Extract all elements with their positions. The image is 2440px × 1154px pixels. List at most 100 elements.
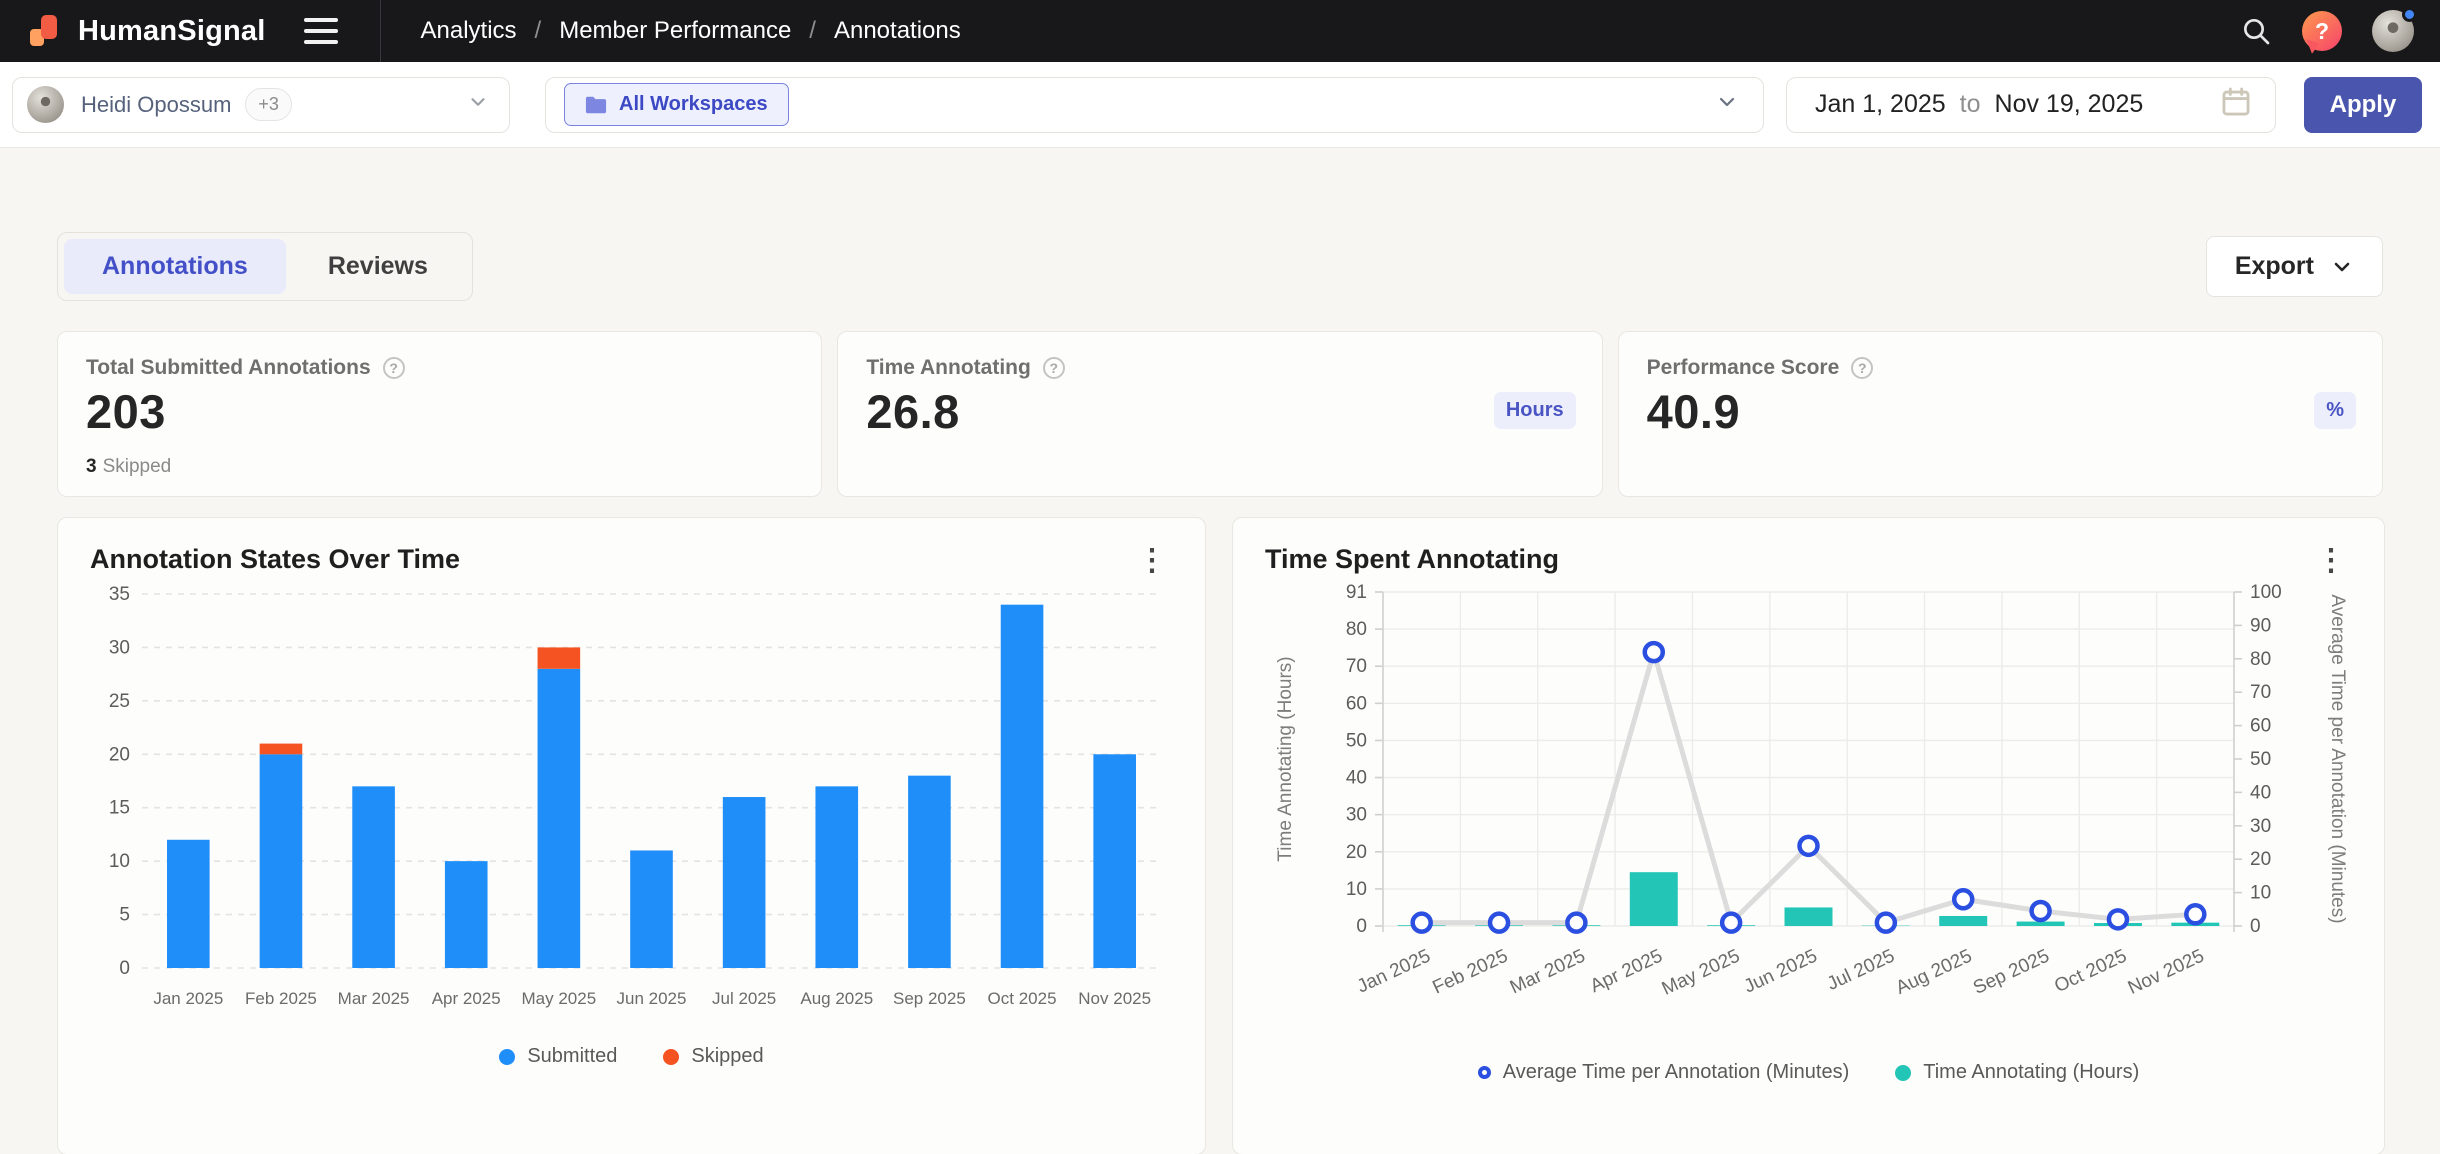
brand-logo[interactable]: HumanSignal (30, 13, 266, 49)
stat-card-performance-score: Performance Score ? 40.9 % (1618, 331, 2383, 497)
svg-text:May 2025: May 2025 (1659, 945, 1744, 999)
workspace-select[interactable]: All Workspaces (545, 77, 1764, 133)
chart-legend: Submitted Skipped (90, 1045, 1173, 1068)
help-circle-icon[interactable]: ? (1043, 357, 1065, 379)
user-avatar[interactable] (2372, 10, 2414, 52)
tab-reviews[interactable]: Reviews (290, 239, 466, 294)
export-button[interactable]: Export (2206, 236, 2383, 297)
chevron-down-icon (467, 91, 489, 118)
svg-text:30: 30 (1346, 805, 1367, 826)
svg-text:Feb 2025: Feb 2025 (1430, 945, 1512, 998)
svg-text:Jun 2025: Jun 2025 (617, 989, 687, 1008)
tab-annotations[interactable]: Annotations (64, 239, 286, 294)
stat-label: Performance Score (1647, 356, 1840, 380)
chart-title: Annotation States Over Time (90, 544, 460, 575)
svg-text:Sep 2025: Sep 2025 (893, 989, 966, 1008)
workspace-chip-label: All Workspaces (619, 93, 768, 116)
svg-text:20: 20 (1346, 842, 1367, 863)
help-circle-icon[interactable]: ? (1851, 357, 1873, 379)
svg-text:30: 30 (2250, 816, 2271, 837)
legend-label: Time Annotating (Hours) (1923, 1061, 2139, 1084)
calendar-icon (2219, 85, 2253, 124)
breadcrumb-analytics[interactable]: Analytics (421, 17, 517, 45)
svg-text:Mar 2025: Mar 2025 (338, 989, 410, 1008)
chevron-down-icon (2330, 255, 2354, 279)
stat-value: 26.8 (866, 384, 1573, 439)
chevron-down-icon (1715, 90, 1739, 119)
search-icon[interactable] (2240, 15, 2272, 47)
legend-swatch (663, 1049, 679, 1065)
date-to-word: to (1960, 90, 1981, 119)
svg-text:Apr 2025: Apr 2025 (432, 989, 501, 1008)
annotation-states-chart-canvas: 05101520253035Jan 2025Feb 2025Mar 2025Ap… (90, 578, 1173, 1035)
tabs-group: Annotations Reviews (57, 232, 473, 301)
legend-item-time-annotating[interactable]: Time Annotating (Hours) (1895, 1061, 2139, 1084)
unit-badge-hours: Hours (1494, 392, 1576, 429)
svg-text:10: 10 (1346, 879, 1367, 900)
svg-text:Mar 2025: Mar 2025 (1507, 945, 1589, 998)
svg-text:10: 10 (2250, 883, 2271, 904)
member-extra-count: +3 (245, 88, 292, 121)
apply-button[interactable]: Apply (2304, 77, 2422, 133)
menu-icon[interactable] (304, 18, 338, 44)
legend-swatch (499, 1049, 515, 1065)
svg-text:Oct 2025: Oct 2025 (988, 989, 1057, 1008)
brand-name: HumanSignal (78, 15, 266, 48)
legend-item-submitted[interactable]: Submitted (499, 1045, 617, 1068)
legend-swatch-ring (1478, 1066, 1491, 1079)
stat-value: 203 (86, 384, 793, 439)
breadcrumb-separator: / (809, 17, 816, 45)
filter-bar: Heidi Opossum +3 All Workspaces Jan 1, 2… (0, 62, 2440, 148)
svg-text:Nov 2025: Nov 2025 (2125, 945, 2208, 998)
svg-text:Time Annotating (Hours): Time Annotating (Hours) (1275, 656, 1296, 861)
kebab-menu-icon[interactable]: ⋮ (1131, 544, 1173, 578)
stat-label: Total Submitted Annotations (86, 356, 371, 380)
legend-swatch (1895, 1065, 1911, 1081)
annotation-states-chart-card: Annotation States Over Time ⋮ 0510152025… (57, 517, 1206, 1154)
svg-text:40: 40 (2250, 782, 2271, 803)
help-glyph: ? (2315, 18, 2329, 45)
date-from: Jan 1, 2025 (1815, 90, 1946, 119)
member-select[interactable]: Heidi Opossum +3 (12, 77, 510, 133)
date-range-input[interactable]: Jan 1, 2025 to Nov 19, 2025 (1786, 77, 2276, 133)
legend-label: Average Time per Annotation (Minutes) (1503, 1061, 1849, 1084)
help-circle-icon[interactable]: ? (383, 357, 405, 379)
svg-text:20: 20 (2250, 849, 2271, 870)
svg-text:80: 80 (2250, 649, 2271, 670)
svg-text:May 2025: May 2025 (522, 989, 597, 1008)
svg-text:Jan 2025: Jan 2025 (1354, 945, 1434, 997)
svg-text:50: 50 (1346, 730, 1367, 751)
svg-text:20: 20 (109, 744, 130, 765)
member-name: Heidi Opossum (81, 92, 231, 118)
time-spent-chart-canvas: 0102030405060708091010203040506070809010… (1265, 578, 2352, 1051)
breadcrumb-member-performance[interactable]: Member Performance (559, 17, 791, 45)
svg-text:Jun 2025: Jun 2025 (1741, 945, 1821, 997)
svg-text:Aug 2025: Aug 2025 (800, 989, 873, 1008)
svg-text:80: 80 (1346, 619, 1367, 640)
svg-text:70: 70 (1346, 656, 1367, 677)
date-to: Nov 19, 2025 (1995, 90, 2144, 119)
svg-text:Average Time per Annotation (M: Average Time per Annotation (Minutes) (2327, 594, 2348, 923)
workspace-chip[interactable]: All Workspaces (564, 83, 789, 126)
svg-text:35: 35 (109, 584, 130, 605)
svg-text:40: 40 (1346, 768, 1367, 789)
help-icon[interactable]: ? (2302, 11, 2342, 51)
svg-text:Aug 2025: Aug 2025 (1893, 945, 1976, 998)
svg-text:91: 91 (1346, 582, 1367, 603)
svg-text:100: 100 (2250, 582, 2282, 603)
svg-text:Nov 2025: Nov 2025 (1078, 989, 1151, 1008)
header-divider (380, 0, 381, 62)
stat-label: Time Annotating (866, 356, 1031, 380)
stat-value: 40.9 (1647, 384, 2354, 439)
top-header: HumanSignal Analytics / Member Performan… (0, 0, 2440, 62)
export-label: Export (2235, 252, 2314, 281)
chart-legend: Average Time per Annotation (Minutes) Ti… (1265, 1061, 2352, 1084)
kebab-menu-icon[interactable]: ⋮ (2310, 544, 2352, 578)
member-avatar (27, 86, 64, 123)
legend-item-skipped[interactable]: Skipped (663, 1045, 763, 1068)
legend-item-avg-time[interactable]: Average Time per Annotation (Minutes) (1478, 1061, 1849, 1084)
breadcrumb: Analytics / Member Performance / Annotat… (421, 17, 961, 45)
svg-text:0: 0 (1356, 916, 1367, 937)
svg-text:Feb 2025: Feb 2025 (245, 989, 317, 1008)
stat-card-total-submitted: Total Submitted Annotations ? 203 3Skipp… (57, 331, 822, 497)
